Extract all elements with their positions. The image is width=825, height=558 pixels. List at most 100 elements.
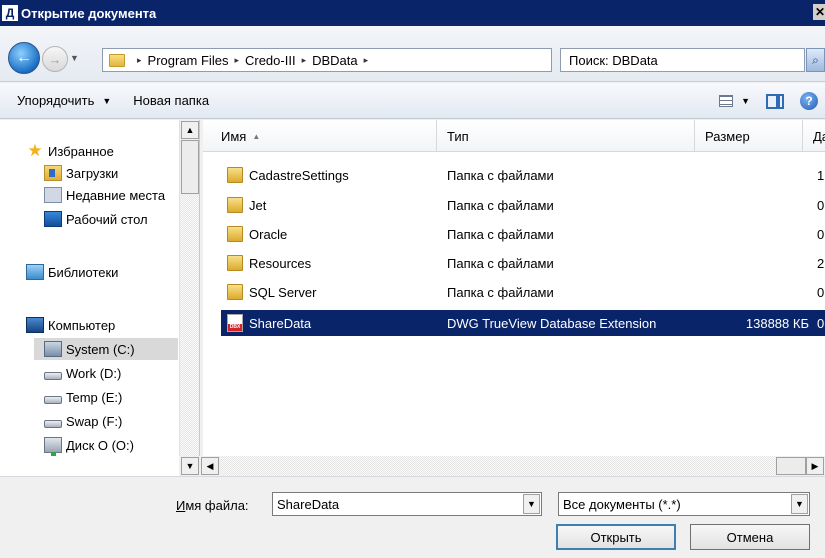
chevron-right-icon[interactable]: ▸ — [234, 55, 239, 66]
open-button[interactable]: Открыть — [556, 524, 676, 550]
breadcrumb-item[interactable]: Program Files — [148, 53, 229, 68]
search-button[interactable]: ⌕ — [806, 48, 825, 72]
nav-label: Избранное — [48, 143, 114, 159]
folder-icon — [227, 255, 243, 271]
nav-label: Диск O (O:) — [66, 437, 134, 453]
chevron-right-icon[interactable]: ▸ — [302, 55, 307, 66]
scroll-thumb[interactable] — [181, 140, 199, 194]
chevron-right-icon[interactable]: ▸ — [364, 55, 369, 66]
file-row[interactable]: Oracle Папка с файлами 0: — [221, 221, 825, 247]
file-date: 2: — [817, 255, 825, 271]
nav-item-favorites[interactable]: ★ Избранное — [26, 140, 114, 162]
file-size — [705, 221, 809, 247]
column-header-size[interactable]: Размер — [695, 120, 803, 152]
scroll-up-button[interactable]: ▲ — [181, 121, 199, 139]
drive-icon — [44, 396, 62, 404]
help-icon[interactable]: ? — [800, 92, 818, 110]
nav-item-drive[interactable]: Swap (F:) — [44, 410, 122, 432]
scroll-track[interactable] — [221, 456, 776, 476]
file-size — [705, 250, 809, 276]
nav-label: Temp (E:) — [66, 389, 123, 405]
chevron-right-icon[interactable]: ▸ — [137, 55, 142, 66]
file-type: DWG TrueView Database Extension — [447, 315, 657, 331]
file-name-cell: Jet — [227, 192, 441, 218]
address-bar[interactable]: ▸ Program Files ▸ Credo-III ▸ DBData ▸ ▼… — [102, 48, 647, 72]
file-name: Oracle — [249, 226, 288, 242]
sort-ascending-icon: ▲ — [252, 131, 261, 141]
file-row-selected[interactable]: ShareData DWG TrueView Database Extensio… — [221, 310, 825, 336]
filetype-select[interactable]: Все документы (*.*) ▼ — [558, 492, 810, 516]
filename-field[interactable]: ShareData ▼ — [272, 492, 542, 516]
file-size — [705, 192, 809, 218]
drive-icon — [44, 420, 62, 428]
navigation-pane: ★ Избранное Загрузки Недавние места Рабо… — [0, 120, 200, 476]
star-icon: ★ — [27, 141, 43, 160]
chevron-down-icon[interactable]: ▼ — [741, 96, 750, 106]
forward-button[interactable]: → — [42, 46, 68, 72]
file-name-cell: Oracle — [227, 221, 441, 247]
cancel-button[interactable]: Отмена — [690, 524, 810, 550]
folder-icon — [227, 226, 243, 242]
nav-label: Библиотеки — [48, 264, 119, 280]
filename-value[interactable]: ShareData — [277, 497, 339, 512]
file-type: Папка с файлами — [447, 226, 554, 242]
nav-item-recent[interactable]: Недавние места — [44, 184, 165, 206]
window-title: Открытие документа — [21, 5, 157, 21]
nav-scrollbar[interactable]: ▲ — [179, 120, 199, 476]
nav-item-drive[interactable]: Temp (E:) — [44, 386, 122, 408]
scroll-left-button[interactable]: ◀ — [201, 457, 219, 475]
address-row: ← → ▼ ▸ Program Files ▸ Credo-III ▸ DBDa… — [0, 26, 825, 82]
drive-icon — [44, 372, 62, 380]
arrow-left-icon: ← — [16, 49, 32, 66]
file-name: SQL Server — [249, 284, 317, 300]
file-date: 1( — [817, 167, 825, 183]
command-bar: Упорядочить ▼ Новая папка ▼ ? — [0, 83, 825, 119]
computer-icon — [26, 317, 44, 333]
column-header-name[interactable]: Имя ▲ — [203, 120, 437, 152]
preview-pane-icon[interactable] — [766, 93, 784, 109]
column-header-date[interactable]: Да — [803, 120, 825, 152]
file-row[interactable]: CadastreSettings Папка с файлами 1( — [221, 162, 825, 188]
nav-label: Недавние места — [66, 187, 166, 203]
chevron-down-icon[interactable]: ▼ — [791, 494, 808, 514]
libraries-icon — [26, 264, 44, 280]
scroll-down-button[interactable]: ▼ — [181, 457, 199, 475]
breadcrumb-item[interactable]: Credo-III — [245, 53, 296, 68]
breadcrumb-item[interactable]: DBData — [312, 53, 358, 68]
nav-item-computer[interactable]: Компьютер — [26, 314, 115, 336]
filetype-value: Все документы (*.*) — [563, 497, 681, 512]
chevron-down-icon[interactable]: ▼ — [523, 494, 540, 514]
file-row[interactable]: Resources Папка с файлами 2: — [221, 250, 825, 276]
title-bar: Д Открытие документа ✕ — [0, 0, 825, 26]
file-date: 0: — [817, 226, 825, 242]
scroll-track[interactable] — [180, 196, 199, 456]
scroll-right-button[interactable]: ▶ — [806, 457, 824, 475]
search-icon: ⌕ — [812, 52, 819, 67]
file-row[interactable]: SQL Server Папка с файлами 0: — [221, 279, 825, 305]
view-options-icon[interactable] — [719, 95, 734, 107]
file-name: Jet — [249, 197, 267, 213]
horizontal-scrollbar[interactable]: ▼ ◀ ▶ — [179, 456, 825, 476]
nav-item-drive[interactable]: System (C:) — [34, 338, 178, 360]
file-list: Имя ▲ Тип Размер Да CadastreSettings Пап… — [203, 120, 825, 476]
file-name: CadastreSettings — [249, 167, 349, 183]
search-input[interactable]: Поиск: DBData — [560, 48, 805, 72]
dialog-footer: Имя файла: ShareData ▼ Все документы (*.… — [0, 476, 825, 558]
nav-item-libraries[interactable]: Библиотеки — [26, 261, 118, 283]
file-size — [705, 162, 809, 188]
file-name: Resources — [249, 255, 312, 271]
scroll-thumb[interactable] — [776, 457, 806, 475]
nav-item-downloads[interactable]: Загрузки — [44, 162, 118, 184]
back-button[interactable]: ← — [8, 42, 40, 74]
history-dropdown-button[interactable]: ▼ — [70, 53, 79, 63]
close-button[interactable]: ✕ — [813, 4, 825, 20]
network-drive-icon — [44, 437, 62, 456]
nav-item-drive[interactable]: Work (D:) — [44, 362, 121, 384]
nav-item-desktop[interactable]: Рабочий стол — [44, 208, 148, 230]
organize-button[interactable]: Упорядочить ▼ — [17, 93, 111, 108]
nav-item-drive[interactable]: Диск O (O:) — [44, 434, 134, 456]
file-size: 138888 КБ — [745, 315, 809, 331]
column-header-type[interactable]: Тип — [437, 120, 695, 152]
file-row[interactable]: Jet Папка с файлами 0: — [221, 192, 825, 218]
new-folder-button[interactable]: Новая папка — [133, 93, 209, 108]
